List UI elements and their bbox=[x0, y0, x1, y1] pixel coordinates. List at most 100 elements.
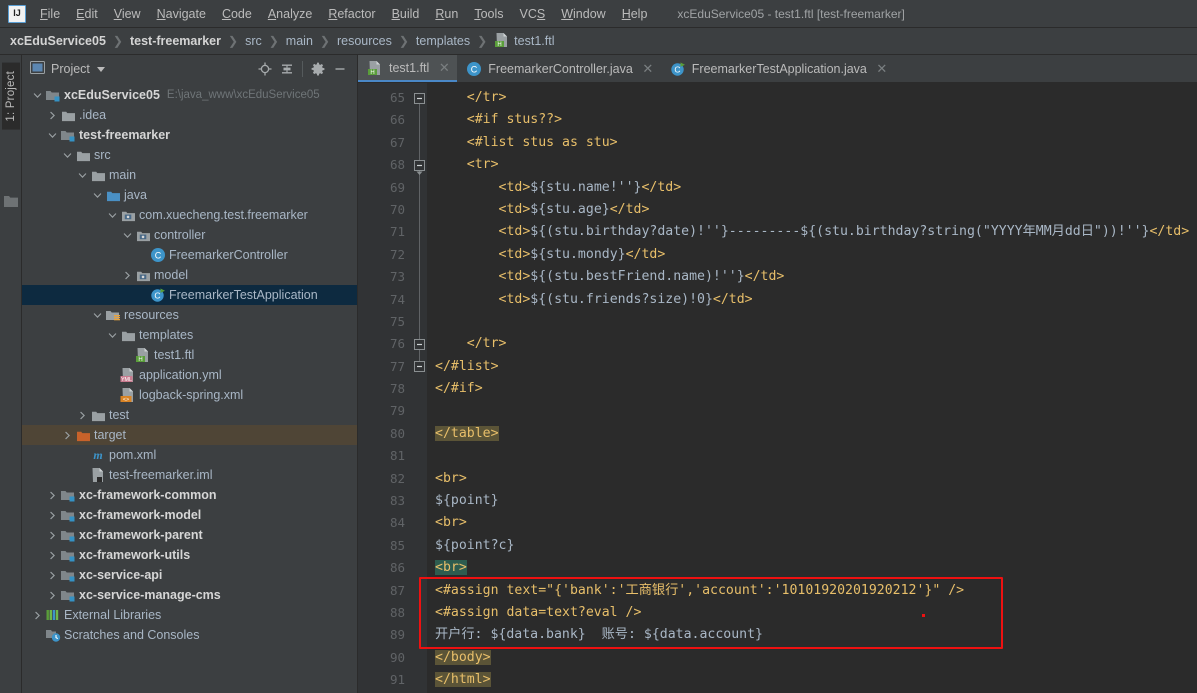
tree-node-xc-service-api[interactable]: xc-service-api bbox=[22, 565, 357, 585]
fold-collapse-icon[interactable] bbox=[413, 360, 426, 373]
code-editor[interactable]: 65 66 67 68 69 70 71 72 73 74 75 76 77 78 79 80 81 82 83 84… bbox=[358, 83, 1197, 693]
tree-node-xc-framework-parent[interactable]: xc-framework-parent bbox=[22, 525, 357, 545]
code-folding-gutter[interactable] bbox=[413, 83, 427, 693]
menu-build[interactable]: Build bbox=[384, 3, 428, 25]
breadcrumb-item-main[interactable]: main bbox=[284, 33, 315, 49]
chevron-right-icon[interactable] bbox=[45, 571, 59, 580]
tree-node-target[interactable]: target bbox=[22, 425, 357, 445]
editor-tab-bar[interactable]: Htest1.ftl ✕ C FreemarkerController.java ✕ C F… bbox=[358, 55, 1197, 83]
menu-refactor[interactable]: Refactor bbox=[320, 3, 383, 25]
code-line-82[interactable]: <br> bbox=[427, 468, 1197, 490]
code-line-84[interactable]: <br> bbox=[427, 512, 1197, 534]
editor-tab-freemarkercontroller-java[interactable]: C FreemarkerController.java ✕ bbox=[457, 55, 661, 82]
chevron-right-icon[interactable] bbox=[45, 511, 59, 520]
chevron-right-icon[interactable] bbox=[45, 531, 59, 540]
menu-edit[interactable]: Edit bbox=[68, 3, 106, 25]
breadcrumb[interactable]: xcEduService05 ❯ test-freemarker ❯ src ❯ main ❯… bbox=[0, 28, 1197, 55]
chevron-down-icon[interactable] bbox=[30, 91, 44, 100]
code-line-85[interactable]: ${point?c} bbox=[427, 535, 1197, 557]
minimize-icon[interactable] bbox=[329, 58, 351, 80]
tree-node-test1-ftl[interactable]: Htest1.ftl bbox=[22, 345, 357, 365]
locate-icon[interactable] bbox=[254, 58, 276, 80]
chevron-right-icon[interactable] bbox=[30, 611, 44, 620]
code-line-72[interactable]: <td>${stu.mondy}</td> bbox=[427, 244, 1197, 266]
code-line-89[interactable]: 开户行: ${data.bank} 账号: ${data.account} bbox=[427, 624, 1197, 646]
chevron-right-icon[interactable] bbox=[75, 411, 89, 420]
menu-file[interactable]: File bbox=[32, 3, 68, 25]
code-text[interactable]: </tr> <#if stus??> <#list stus as stu> <… bbox=[427, 83, 1197, 693]
project-tree[interactable]: xcEduService05 E:\java_www\xcEduService05… bbox=[22, 83, 357, 693]
chevron-right-icon[interactable] bbox=[45, 491, 59, 500]
chevron-down-icon[interactable] bbox=[90, 311, 104, 320]
fold-collapse-icon[interactable] bbox=[413, 92, 426, 105]
menu-analyze[interactable]: Analyze bbox=[260, 3, 320, 25]
tree-node-pom-xml[interactable]: m pom.xml bbox=[22, 445, 357, 465]
tree-node-src[interactable]: src bbox=[22, 145, 357, 165]
chevron-down-icon[interactable] bbox=[45, 131, 59, 140]
code-line-70[interactable]: <td>${stu.age}</td> bbox=[427, 199, 1197, 221]
chevron-right-icon[interactable] bbox=[45, 111, 59, 120]
tree-node-xc-framework-utils[interactable]: xc-framework-utils bbox=[22, 545, 357, 565]
code-line-71[interactable]: <td>${(stu.birthday?date)!''}---------${… bbox=[427, 221, 1197, 243]
code-line-77[interactable]: </#list> bbox=[427, 356, 1197, 378]
code-line-81[interactable] bbox=[427, 445, 1197, 467]
gear-icon[interactable] bbox=[307, 58, 329, 80]
breadcrumb-item-resources[interactable]: resources bbox=[335, 33, 394, 49]
code-line-90[interactable]: </body> bbox=[427, 647, 1197, 669]
editor-tab-freemarkertestapplication-java[interactable]: C FreemarkerTestApplication.java ✕ bbox=[661, 55, 895, 82]
tree-node-xc-service-manage-cms[interactable]: xc-service-manage-cms bbox=[22, 585, 357, 605]
chevron-down-icon[interactable] bbox=[90, 191, 104, 200]
tree-node-logback-spring-xml[interactable]: <> logback-spring.xml bbox=[22, 385, 357, 405]
sidebar-item-project-tab[interactable]: 1: Project bbox=[1, 63, 20, 130]
code-line-83[interactable]: ${point} bbox=[427, 490, 1197, 512]
breadcrumb-item-test-freemarker[interactable]: test-freemarker bbox=[128, 33, 223, 49]
close-icon[interactable]: ✕ bbox=[876, 62, 888, 75]
code-line-68[interactable]: <tr> bbox=[427, 154, 1197, 176]
chevron-down-icon[interactable] bbox=[105, 331, 119, 340]
menu-navigate[interactable]: Navigate bbox=[149, 3, 214, 25]
tree-node-external-libraries[interactable]: External Libraries bbox=[22, 605, 357, 625]
breadcrumb-item-src[interactable]: src bbox=[243, 33, 264, 49]
code-line-78[interactable]: </#if> bbox=[427, 378, 1197, 400]
chevron-down-icon[interactable] bbox=[105, 211, 119, 220]
tree-node-scratches-and-consoles[interactable]: Scratches and Consoles bbox=[22, 625, 357, 645]
menu-code[interactable]: Code bbox=[214, 3, 260, 25]
code-line-80[interactable]: </table> bbox=[427, 423, 1197, 445]
code-line-76[interactable]: </tr> bbox=[427, 333, 1197, 355]
code-line-88[interactable]: <#assign data=text?eval /> bbox=[427, 602, 1197, 624]
tree-node-com-xuecheng-test-freemarker[interactable]: com.xuecheng.test.freemarker bbox=[22, 205, 357, 225]
code-line-79[interactable] bbox=[427, 400, 1197, 422]
tree-node-model[interactable]: model bbox=[22, 265, 357, 285]
breadcrumb-item-templates[interactable]: templates bbox=[414, 33, 472, 49]
chevron-right-icon[interactable] bbox=[45, 591, 59, 600]
menu-help[interactable]: Help bbox=[614, 3, 656, 25]
chevron-right-icon[interactable] bbox=[45, 551, 59, 560]
close-icon[interactable]: ✕ bbox=[438, 61, 450, 74]
chevron-down-icon[interactable] bbox=[120, 231, 134, 240]
tree-node-xc-framework-model[interactable]: xc-framework-model bbox=[22, 505, 357, 525]
tree-node-test-freemarker-iml[interactable]: test-freemarker.iml bbox=[22, 465, 357, 485]
menu-tools[interactable]: Tools bbox=[466, 3, 511, 25]
code-line-91[interactable]: </html> bbox=[427, 669, 1197, 691]
chevron-right-icon[interactable] bbox=[120, 271, 134, 280]
tree-node-templates[interactable]: templates bbox=[22, 325, 357, 345]
code-line-66[interactable]: <#if stus??> bbox=[427, 109, 1197, 131]
chevron-down-icon[interactable] bbox=[96, 66, 105, 72]
tree-node-application-yml[interactable]: YML application.yml bbox=[22, 365, 357, 385]
menu-run[interactable]: Run bbox=[427, 3, 466, 25]
code-line-87[interactable]: <#assign text="{'bank':'工商银行','account':… bbox=[427, 580, 1197, 602]
tree-node-controller[interactable]: controller bbox=[22, 225, 357, 245]
tree-node--idea[interactable]: .idea bbox=[22, 105, 357, 125]
code-line-86[interactable]: <br> bbox=[427, 557, 1197, 579]
tree-node-main[interactable]: main bbox=[22, 165, 357, 185]
breadcrumb-item-test1-ftl[interactable]: Htest1.ftl bbox=[492, 31, 556, 52]
code-line-73[interactable]: <td>${(stu.bestFriend.name)!''}</td> bbox=[427, 266, 1197, 288]
code-line-65[interactable]: </tr> bbox=[427, 87, 1197, 109]
breadcrumb-item-xceduservice05[interactable]: xcEduService05 bbox=[8, 33, 108, 49]
tree-node-test[interactable]: test bbox=[22, 405, 357, 425]
tree-node-freemarkertestapplication[interactable]: C FreemarkerTestApplication bbox=[22, 285, 357, 305]
chevron-down-icon[interactable] bbox=[75, 171, 89, 180]
menu-vcs[interactable]: VCS bbox=[512, 3, 554, 25]
menu-window[interactable]: Window bbox=[553, 3, 613, 25]
code-line-67[interactable]: <#list stus as stu> bbox=[427, 132, 1197, 154]
